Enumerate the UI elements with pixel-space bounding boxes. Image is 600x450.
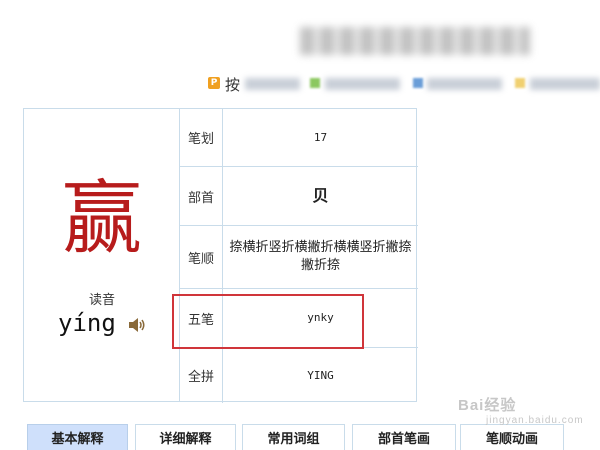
info-row-strokes: 笔划 17 bbox=[180, 109, 418, 167]
watermark-subtext: jingyan.baidu.com bbox=[486, 415, 584, 426]
info-row-radical: 部首 贝 bbox=[180, 167, 418, 226]
stroke-count: 17 bbox=[313, 130, 328, 144]
nav-link-blurred[interactable] bbox=[245, 78, 300, 90]
stroke-order-value: 捺横折竖折横撇折横横竖折撇捺撇折捺 bbox=[229, 240, 412, 273]
info-label: 全拼 bbox=[180, 348, 223, 403]
tab-basic-definition[interactable]: 基本解释 bbox=[27, 424, 128, 450]
full-pinyin: YING bbox=[307, 368, 334, 382]
reading-label: 读音 bbox=[88, 293, 115, 308]
nav-dot-icon bbox=[310, 78, 320, 88]
info-label: 部首 bbox=[180, 167, 223, 225]
site-title-blurred bbox=[300, 27, 530, 55]
nav-prefix: 按 bbox=[225, 76, 241, 94]
tab-detailed-definition[interactable]: 详细解释 bbox=[135, 424, 236, 450]
pinyin-reading: yíng bbox=[58, 309, 116, 337]
info-label: 笔划 bbox=[180, 109, 223, 166]
nav-link-blurred[interactable] bbox=[530, 78, 600, 90]
nav-link-blurred[interactable] bbox=[427, 78, 502, 90]
nav-link-blurred[interactable] bbox=[325, 78, 400, 90]
character-panel: 赢 读音 yíng bbox=[23, 108, 179, 402]
radical-value: 贝 bbox=[312, 186, 329, 205]
nav-badge-icon: P bbox=[208, 77, 220, 89]
headword-character: 赢 bbox=[62, 172, 142, 265]
info-row-pinyin: 全拼 YING bbox=[180, 348, 418, 403]
nav-row: P 按 bbox=[205, 72, 600, 94]
tab-stroke-animation[interactable]: 笔顺动画 bbox=[460, 424, 564, 450]
highlight-annotation-box bbox=[172, 294, 364, 349]
nav-dot-icon bbox=[413, 78, 423, 88]
character-info-table: 笔划 17 部首 贝 笔顺 捺横折竖折横撇折横横竖折撇捺撇折捺 五笔 ynky … bbox=[179, 108, 418, 403]
speaker-icon[interactable] bbox=[128, 317, 146, 333]
info-row-stroke-order: 笔顺 捺横折竖折横撇折横横竖折撇捺撇折捺 bbox=[180, 226, 418, 289]
tab-common-phrases[interactable]: 常用词组 bbox=[242, 424, 345, 450]
tab-radical-strokes[interactable]: 部首笔画 bbox=[352, 424, 456, 450]
nav-dot-icon bbox=[515, 78, 525, 88]
info-label: 笔顺 bbox=[180, 226, 223, 288]
baidu-jingyan-watermark: Bai经验 jingyan.baidu.com bbox=[458, 394, 584, 426]
watermark-text: Bai经验 bbox=[458, 397, 517, 414]
